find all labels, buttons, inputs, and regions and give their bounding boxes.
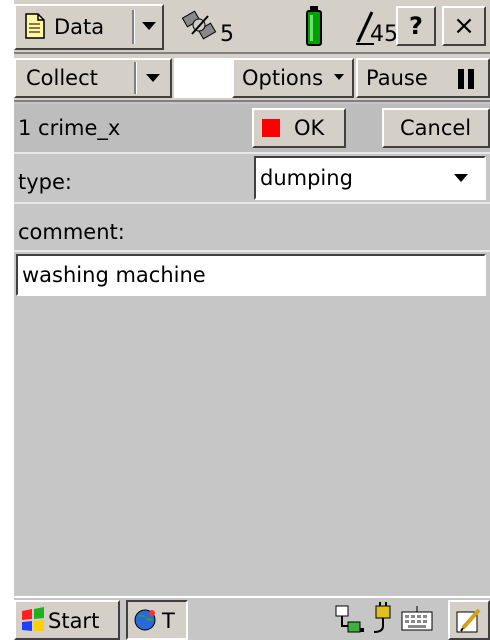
chevron-down-icon[interactable] — [146, 74, 160, 82]
command-bar: Collect Options Pause — [14, 54, 490, 102]
input-panel-button[interactable] — [448, 600, 490, 640]
chevron-down-icon[interactable] — [142, 22, 156, 30]
cancel-button[interactable]: Cancel — [382, 108, 490, 148]
type-value: dumping — [260, 166, 353, 190]
pause-button[interactable]: Pause — [356, 58, 490, 98]
divider — [14, 202, 490, 204]
chevron-down-icon[interactable] — [454, 174, 468, 182]
windows-flag-icon — [22, 607, 44, 631]
close-button[interactable]: × — [442, 6, 486, 46]
task-label: T — [162, 609, 175, 633]
start-label: Start — [48, 609, 100, 633]
pencil-icon — [456, 608, 481, 633]
type-label: type: — [18, 170, 72, 194]
collect-dropdown[interactable]: Collect — [14, 58, 172, 98]
feature-bar: 1 crime_x OK Cancel — [14, 104, 490, 154]
pause-icon — [458, 69, 464, 89]
taskbar: Start T — [14, 596, 490, 640]
collect-label: Collect — [26, 66, 98, 90]
separator — [134, 62, 137, 94]
keyboard-icon[interactable] — [400, 604, 434, 634]
feature-name: 1 crime_x — [18, 116, 121, 140]
satellite-status[interactable]: 5 — [180, 6, 250, 50]
satellite-count: 5 — [220, 22, 234, 47]
comment-input[interactable]: washing machine — [16, 254, 486, 296]
pause-icon-bar — [468, 69, 474, 89]
data-menu-button[interactable]: Data — [14, 4, 164, 50]
power-plug-icon[interactable] — [370, 602, 396, 636]
ok-label: OK — [294, 116, 325, 140]
network-icon[interactable] — [334, 604, 368, 636]
data-menu-label: Data — [54, 15, 105, 39]
top-toolbar: Data 5 45 ? × — [14, 0, 490, 54]
globe-icon — [134, 609, 156, 631]
ok-button[interactable]: OK — [252, 108, 346, 148]
document-icon — [25, 13, 45, 39]
start-button[interactable]: Start — [14, 600, 120, 640]
pause-label: Pause — [366, 66, 428, 90]
separator — [132, 10, 135, 44]
pdop-value: 45 — [370, 22, 398, 47]
blank-panel — [174, 58, 232, 98]
satellite-icon — [181, 10, 217, 40]
cancel-label: Cancel — [400, 116, 472, 140]
divider — [14, 250, 490, 252]
options-button[interactable]: Options — [232, 58, 354, 98]
pdop-status[interactable]: 45 — [354, 6, 398, 50]
comment-label: comment: — [18, 220, 125, 244]
task-button[interactable]: T — [126, 600, 188, 640]
comment-value: washing machine — [22, 263, 206, 287]
stop-square-icon — [262, 119, 280, 137]
type-select[interactable]: dumping — [254, 156, 486, 200]
options-label: Options — [242, 66, 324, 90]
app-window: Data 5 45 ? × Collect Options Pause 1 cr… — [14, 0, 490, 640]
battery-icon[interactable] — [304, 4, 324, 48]
chevron-down-icon — [334, 74, 344, 80]
help-button[interactable]: ? — [396, 6, 436, 46]
